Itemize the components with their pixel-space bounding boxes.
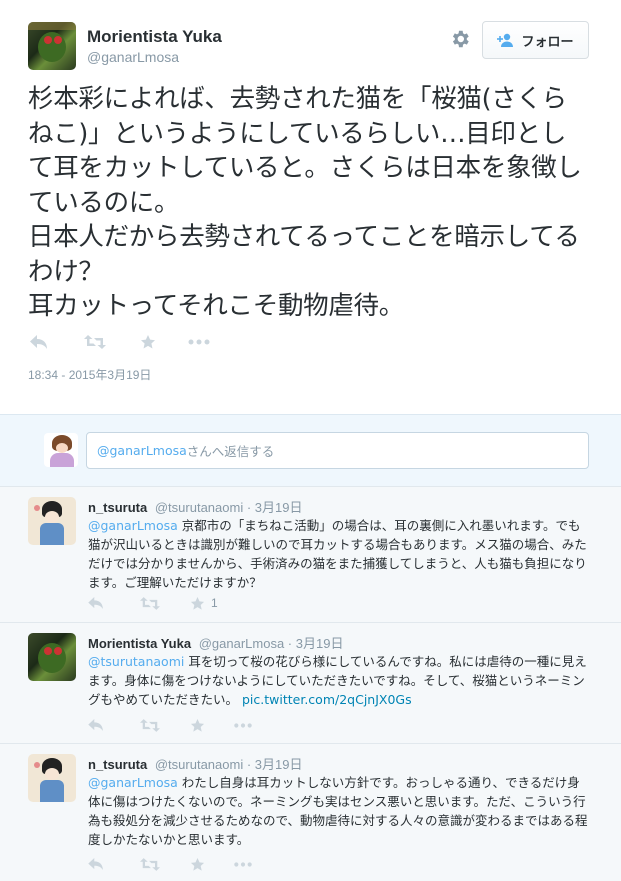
follow-label: フォロー [521,34,574,50]
reply-date[interactable]: 3月19日 [255,757,303,772]
tweet-actions [28,330,210,354]
reply-item[interactable]: Morientista Yuka @ganarLmosa · 3月19日 @ts… [0,623,621,744]
retweet-icon[interactable] [140,718,160,732]
reply-icon[interactable] [88,597,104,609]
follow-button[interactable]: フォロー [482,21,589,59]
reply-input[interactable]: @ganarLmosa さんへ返信する [86,432,589,469]
user-plus-icon [497,33,515,47]
tweet-text: 杉本彩によれば、去勢された猫を「桜猫(さくらねこ)」というようにしているらしい…… [28,84,582,321]
retweet-icon[interactable] [84,335,106,349]
avatar[interactable] [28,497,76,545]
reply-item[interactable]: n_tsuruta @tsurutanaomi · 3月19日 @ganarLm… [0,744,621,881]
favorite-icon[interactable] [190,857,205,872]
favorite-icon[interactable] [190,596,205,611]
avatar[interactable] [28,22,76,70]
reply-icon[interactable] [30,335,48,349]
reply-author-handle[interactable]: @tsurutanaomi [155,757,243,772]
reply-mention[interactable]: @ganarLmosa [88,518,178,533]
reply-author-handle[interactable]: @ganarLmosa [199,636,284,651]
reply-date[interactable]: 3月19日 [296,636,344,651]
reply-text: @ganarLmosa 京都市の「まちねこ活動」の場合は、耳の裏側に入れ墨いれま… [88,516,592,592]
gear-icon[interactable] [449,28,471,50]
reply-date[interactable]: 3月19日 [255,500,303,515]
reply-header: Morientista Yuka @ganarLmosa · 3月19日 [88,636,344,651]
reply-author-name[interactable]: n_tsuruta [88,500,147,515]
reply-header: n_tsuruta @tsurutanaomi · 3月19日 [88,500,303,515]
reply-actions [88,854,253,874]
favorite-icon[interactable] [140,334,156,350]
reply-text: @ganarLmosa わたし自身は耳カットしない方針です。おっしゃる通り、でき… [88,773,592,849]
retweet-icon[interactable] [140,596,160,610]
main-tweet: Morientista Yuka @ganarLmosa フォロー 杉本彩によれ… [0,0,621,414]
reply-actions: 1 [88,593,218,613]
reply-item[interactable]: n_tsuruta @tsurutanaomi · 3月19日 @ganarLm… [0,487,621,623]
reply-actions [88,715,253,735]
reply-author-name[interactable]: Morientista Yuka [88,636,191,651]
tweet-timestamp[interactable]: 18:34 - 2015年3月19日 [28,366,151,383]
reply-composer: @ganarLmosa さんへ返信する [0,414,621,487]
more-icon[interactable] [233,722,253,728]
my-avatar [44,433,78,467]
retweet-icon[interactable] [140,857,160,871]
more-icon[interactable] [233,861,253,867]
avatar[interactable] [28,754,76,802]
favorite-count: 1 [211,596,218,610]
more-icon[interactable] [188,339,210,345]
reply-author-name[interactable]: n_tsuruta [88,757,147,772]
reply-mention: @ganarLmosa [97,443,187,458]
author-handle[interactable]: @ganarLmosa [87,49,179,65]
reply-placeholder: さんへ返信する [186,444,275,459]
reply-link[interactable]: pic.twitter.com/2qCjnJX0Gs [242,692,412,707]
favorite-icon[interactable] [190,718,205,733]
reply-author-handle[interactable]: @tsurutanaomi [155,500,243,515]
reply-icon[interactable] [88,719,104,731]
reply-header: n_tsuruta @tsurutanaomi · 3月19日 [88,757,303,772]
avatar[interactable] [28,633,76,681]
reply-text: @tsurutanaomi 耳を切って桜の花びら様にしているんですね。私には虐待… [88,652,592,709]
reply-mention[interactable]: @tsurutanaomi [88,654,184,669]
reply-icon[interactable] [88,858,104,870]
author-name[interactable]: Morientista Yuka [87,27,222,47]
reply-mention[interactable]: @ganarLmosa [88,775,178,790]
